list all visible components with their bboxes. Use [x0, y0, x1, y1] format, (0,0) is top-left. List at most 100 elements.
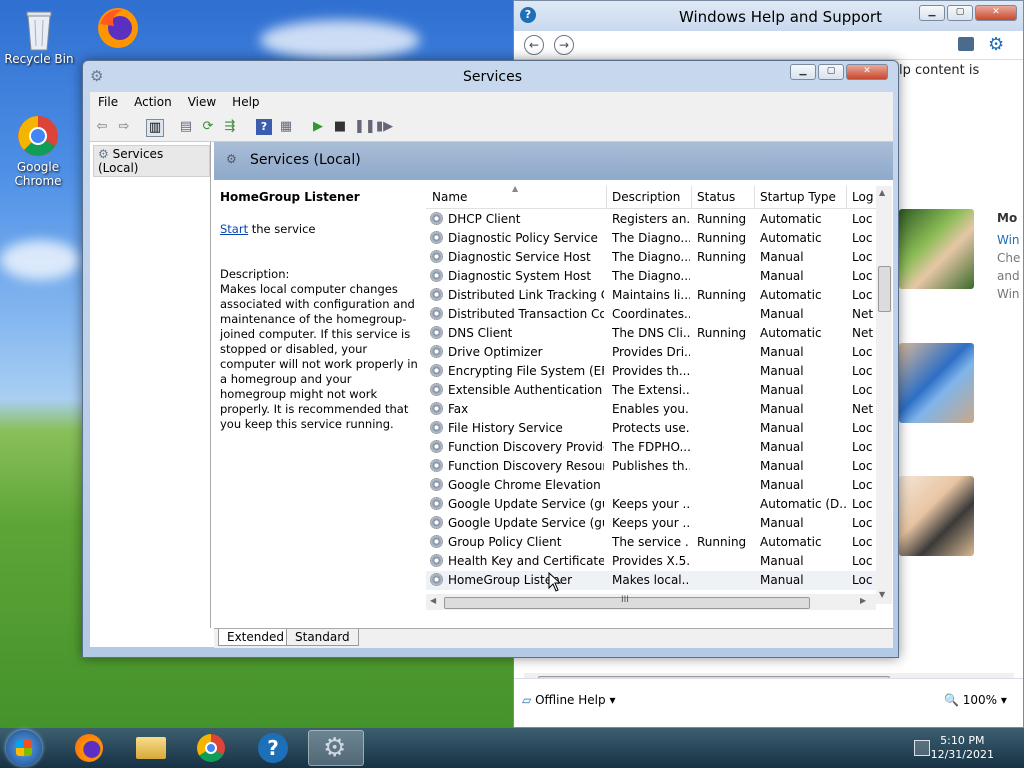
scroll-up-icon[interactable]: ▲: [879, 188, 885, 197]
mouse-cursor: [548, 571, 562, 595]
pause-service-icon[interactable]: ❚❚: [354, 119, 376, 135]
help-title-bar[interactable]: ? Windows Help and Support ▁ ▢ ✕: [514, 1, 1023, 31]
chrome-icon: [197, 734, 225, 762]
clock[interactable]: 5:10 PM 12/31/2021: [931, 734, 994, 762]
minimize-button[interactable]: ▁: [790, 64, 816, 80]
column-header-log-on-as[interactable]: Log: [852, 190, 873, 204]
tab-extended[interactable]: Extended: [218, 629, 293, 646]
refresh-icon[interactable]: ⟳: [200, 119, 216, 135]
menu-view[interactable]: View: [180, 92, 224, 113]
show-hide-console-tree-icon[interactable]: ▥: [146, 119, 164, 137]
offline-help-dropdown[interactable]: ▱ Offline Help ▾: [522, 693, 615, 707]
cell-startup: Manual: [760, 364, 804, 378]
table-row[interactable]: Distributed Transaction Co... Coordinates…: [426, 305, 876, 324]
table-row[interactable]: Google Chrome Elevation S... Manual Loc: [426, 476, 876, 495]
firefox-icon: [75, 734, 103, 762]
help-question-icon: ?: [258, 733, 288, 763]
cell-startup: Automatic (D...: [760, 497, 846, 511]
zoom-control[interactable]: 🔍 100% ▾: [944, 693, 1007, 707]
help-icon[interactable]: ?: [256, 119, 272, 135]
chrome-desktop-icon[interactable]: Google Chrome: [2, 114, 74, 188]
table-row[interactable]: Diagnostic System Host The Diagno... Manua…: [426, 267, 876, 286]
table-row[interactable]: Diagnostic Policy Service The Diagno... Ru…: [426, 229, 876, 248]
properties-icon[interactable]: ▤: [178, 119, 194, 135]
forward-arrow-icon[interactable]: ⇨: [116, 119, 132, 135]
table-row[interactable]: Google Update Service (gup... Keeps your …: [426, 495, 876, 514]
table-row[interactable]: Extensible Authentication P... The Extens…: [426, 381, 876, 400]
table-row[interactable]: Drive Optimizer Provides Dri... Manual Loc: [426, 343, 876, 362]
table-row[interactable]: Function Discovery Provide... The FDPHO..…: [426, 438, 876, 457]
table-row[interactable]: File History Service Protects use... Manua…: [426, 419, 876, 438]
back-arrow-icon[interactable]: ⇦: [94, 119, 110, 135]
close-button[interactable]: ✕: [975, 5, 1017, 21]
scroll-thumb[interactable]: [878, 266, 891, 312]
taskbar-firefox[interactable]: [62, 730, 118, 766]
table-row[interactable]: Group Policy Client The service ... Runnin…: [426, 533, 876, 552]
table-row[interactable]: Fax Enables you... Manual Net: [426, 400, 876, 419]
table-row[interactable]: Diagnostic Service Host The Diagno... Runn…: [426, 248, 876, 267]
network-icon[interactable]: [914, 740, 930, 756]
taskbar-help[interactable]: ?: [246, 730, 302, 766]
column-header-name[interactable]: Name: [432, 190, 467, 204]
gear-icon[interactable]: ⚙: [988, 34, 1004, 55]
start-button[interactable]: [6, 730, 42, 766]
scroll-thumb[interactable]: III: [444, 595, 810, 609]
services-title-bar[interactable]: ⚙ Services ▁ ▢ ✕: [83, 61, 898, 91]
table-row[interactable]: Health Key and Certificate ... Provides X…: [426, 552, 876, 571]
taskbar-file-explorer[interactable]: [122, 730, 178, 766]
table-row[interactable]: DHCP Client Registers an... Running Automat…: [426, 210, 876, 229]
cell-description: Provides th...: [612, 364, 690, 378]
table-row[interactable]: HomeGroup Listener Makes local... Manual Lo…: [426, 571, 876, 590]
print-icon[interactable]: [958, 37, 974, 51]
service-gear-icon: [430, 288, 443, 301]
help-side-line: and: [997, 269, 1020, 283]
horizontal-scrollbar[interactable]: ◀ III ▶: [426, 594, 876, 610]
scroll-left-icon[interactable]: ◀: [430, 596, 436, 605]
cell-startup: Automatic: [760, 535, 822, 549]
table-row[interactable]: DNS Client The DNS Cli... Running Automatic…: [426, 324, 876, 343]
cell-name: Fax: [448, 402, 469, 416]
start-service-icon[interactable]: ▶: [310, 119, 326, 135]
services-window[interactable]: ⚙ Services ▁ ▢ ✕ File Action View Help ⇦…: [82, 60, 899, 658]
view-icon[interactable]: ▦: [278, 119, 294, 135]
scroll-down-icon[interactable]: ▼: [879, 590, 885, 599]
export-list-icon[interactable]: ⇶: [222, 119, 238, 135]
table-row[interactable]: Google Update Service (gup... Keeps your …: [426, 514, 876, 533]
restart-service-icon[interactable]: ▮▶: [376, 119, 393, 135]
table-row[interactable]: Function Discovery Resourc... Publishes t…: [426, 457, 876, 476]
cell-startup: Automatic: [760, 326, 822, 340]
table-row[interactable]: Distributed Link Tracking Cl... Maintains…: [426, 286, 876, 305]
maximize-button[interactable]: ▢: [818, 64, 844, 80]
forward-arrow-icon[interactable]: →: [554, 35, 574, 55]
menu-file[interactable]: File: [90, 92, 126, 113]
help-status-bar: ▱ Offline Help ▾ 🔍 100% ▾: [514, 678, 1023, 727]
vertical-scrollbar[interactable]: ▲ ▼: [876, 186, 892, 604]
menu-action[interactable]: Action: [126, 92, 180, 113]
tree-node-services-local[interactable]: ⚙ Services (Local): [93, 145, 210, 177]
column-header-startup-type[interactable]: Startup Type: [760, 190, 836, 204]
menu-help[interactable]: Help: [224, 92, 267, 113]
scroll-right-icon[interactable]: ▶: [860, 596, 866, 605]
taskbar-chrome[interactable]: [184, 730, 240, 766]
chrome-icon: [16, 114, 60, 158]
maximize-button[interactable]: ▢: [947, 5, 973, 21]
taskbar-services[interactable]: ⚙: [308, 730, 364, 766]
minimize-button[interactable]: ▁: [919, 5, 945, 21]
recycle-bin-icon[interactable]: Recycle Bin: [3, 6, 75, 66]
taskbar: ? ⚙ 5:10 PM 12/31/2021: [0, 728, 1024, 768]
cell-name: Health Key and Certificate ...: [448, 554, 604, 568]
close-button[interactable]: ✕: [846, 64, 888, 80]
column-header-description[interactable]: Description: [612, 190, 680, 204]
back-arrow-icon[interactable]: ←: [524, 35, 544, 55]
tab-standard[interactable]: Standard: [286, 629, 359, 646]
cell-name: DNS Client: [448, 326, 513, 340]
stop-service-icon[interactable]: ■: [332, 119, 348, 135]
column-header-status[interactable]: Status: [697, 190, 735, 204]
cell-description: Enables you...: [612, 402, 690, 416]
table-row[interactable]: Encrypting File System (EFS) Provides th.…: [426, 362, 876, 381]
services-gear-icon: ⚙: [90, 67, 104, 85]
help-side-line[interactable]: Win: [997, 233, 1020, 247]
cell-log: Loc: [852, 212, 873, 226]
firefox-desktop-icon[interactable]: [82, 6, 154, 52]
start-service-link[interactable]: Start: [220, 222, 248, 236]
